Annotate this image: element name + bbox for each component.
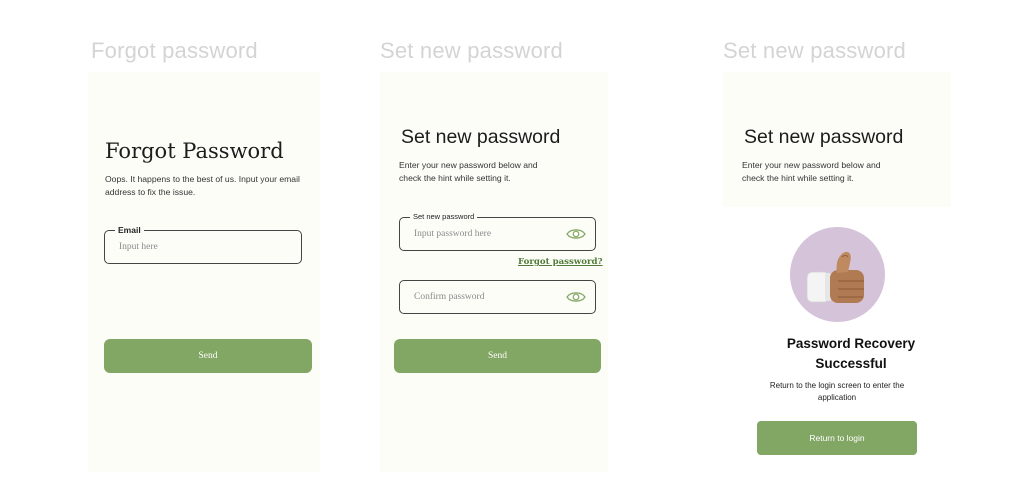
send-button[interactable]: Send bbox=[394, 339, 601, 373]
success-badge bbox=[790, 227, 885, 322]
forgot-password-link[interactable]: Forgot password? bbox=[518, 257, 603, 267]
frame-label-forgot-password: Forgot password bbox=[91, 38, 258, 63]
forgot-password-screen bbox=[88, 72, 320, 472]
eye-icon[interactable] bbox=[566, 290, 586, 304]
page-description: Enter your new password below and check … bbox=[399, 160, 538, 183]
page-description: Oops. It happens to the best of us. Inpu… bbox=[105, 174, 300, 197]
frame-label-success: Set new password bbox=[723, 38, 906, 63]
success-title: Password Recovery Successful bbox=[786, 336, 916, 371]
page-title: Forgot Password bbox=[105, 139, 284, 163]
email-input[interactable] bbox=[119, 231, 269, 263]
page-title: Set new password bbox=[401, 126, 561, 148]
eye-icon[interactable] bbox=[566, 227, 586, 241]
send-button[interactable]: Send bbox=[104, 339, 312, 373]
new-password-input[interactable] bbox=[414, 218, 564, 250]
confirm-password-field bbox=[399, 280, 596, 314]
return-to-login-button[interactable]: Return to login bbox=[757, 421, 917, 455]
page-description: Enter your new password below and check … bbox=[742, 160, 881, 183]
success-description: Return to the login screen to enter the … bbox=[769, 381, 905, 402]
email-field: Email bbox=[104, 225, 302, 264]
thumbs-up-icon bbox=[806, 251, 864, 303]
frame-label-set-new-password: Set new password bbox=[380, 38, 563, 63]
page-title: Set new password bbox=[744, 126, 904, 148]
new-password-field: Set new password bbox=[399, 212, 596, 251]
confirm-password-input[interactable] bbox=[414, 281, 564, 313]
